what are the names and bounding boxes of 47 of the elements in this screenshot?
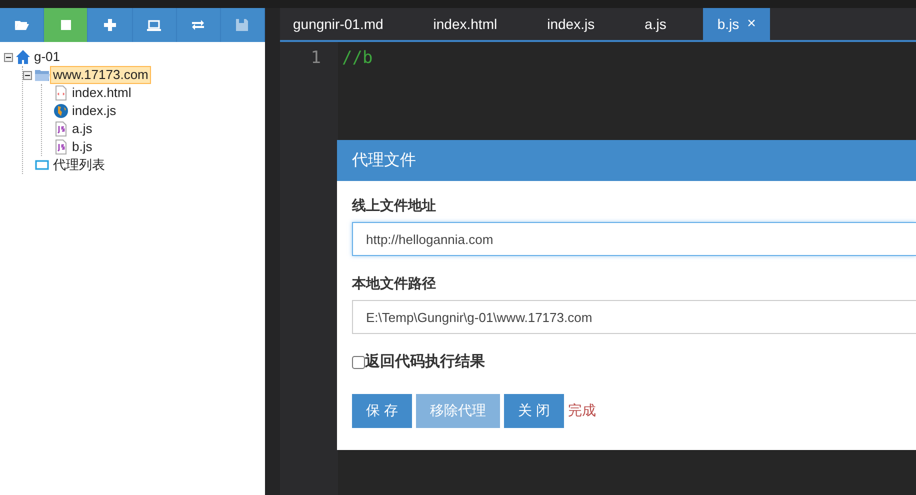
tree-item[interactable]: b.js xyxy=(69,138,96,156)
status-text: 完成 xyxy=(568,401,596,420)
tab-label: gungnir-01.md xyxy=(293,14,384,34)
tab[interactable]: b.js × xyxy=(703,8,770,40)
code-line: //b xyxy=(342,47,373,70)
toggle-icon[interactable] xyxy=(4,52,13,62)
dialog-title: 代理文件 xyxy=(352,150,416,170)
toolbar-button[interactable] xyxy=(132,8,177,42)
tab-label: index.html xyxy=(433,14,498,34)
plus-icon xyxy=(102,17,118,33)
js-file-icon xyxy=(53,121,69,137)
tab[interactable]: index.js xyxy=(534,8,632,40)
globe-icon xyxy=(53,103,69,119)
tree-item[interactable]: 代理列表 xyxy=(50,156,108,174)
file-icon xyxy=(53,85,69,101)
home-icon xyxy=(15,49,31,65)
input-field[interactable]: E:\Temp\Gungnir\g-01\www.17173.com xyxy=(352,300,916,334)
toolbar-button[interactable] xyxy=(176,8,221,42)
tab[interactable]: gungnir-01.md xyxy=(280,8,420,40)
tree-item[interactable]: g-01 xyxy=(31,48,64,66)
window-icon xyxy=(34,157,50,173)
js-file-icon xyxy=(53,139,69,155)
save-icon xyxy=(234,17,250,33)
tree-item[interactable]: index.js xyxy=(69,102,120,120)
input-field[interactable]: http://hellogannia.com xyxy=(352,222,916,256)
tab[interactable]: index.html xyxy=(420,8,534,40)
toolbar-button[interactable] xyxy=(0,8,44,42)
line-number: 1 xyxy=(310,47,321,70)
tab-label: a.js xyxy=(644,14,666,34)
tree-item[interactable]: index.html xyxy=(69,84,134,102)
toggle-icon[interactable] xyxy=(23,70,32,80)
laptop-icon xyxy=(146,17,162,33)
dialog-button[interactable]: 关 闭 xyxy=(504,394,564,428)
tree-item[interactable]: www.17173.com xyxy=(50,66,152,84)
dialog-button[interactable]: 保 存 xyxy=(352,394,412,428)
toolbar-button[interactable] xyxy=(88,8,133,42)
tab-label: b.js xyxy=(717,14,740,34)
close-icon[interactable]: × xyxy=(747,12,756,36)
field-label: 线上文件地址 xyxy=(352,196,437,215)
field-label: 本地文件路径 xyxy=(352,274,437,293)
folder-icon xyxy=(34,67,50,83)
checkbox-label: 返回代码执行结果 xyxy=(365,352,485,372)
tree-item[interactable]: a.js xyxy=(69,120,96,138)
tab-label: index.js xyxy=(547,14,595,34)
checkbox[interactable] xyxy=(352,356,365,369)
tab[interactable]: a.js xyxy=(632,8,704,40)
toolbar-button[interactable] xyxy=(44,8,88,42)
